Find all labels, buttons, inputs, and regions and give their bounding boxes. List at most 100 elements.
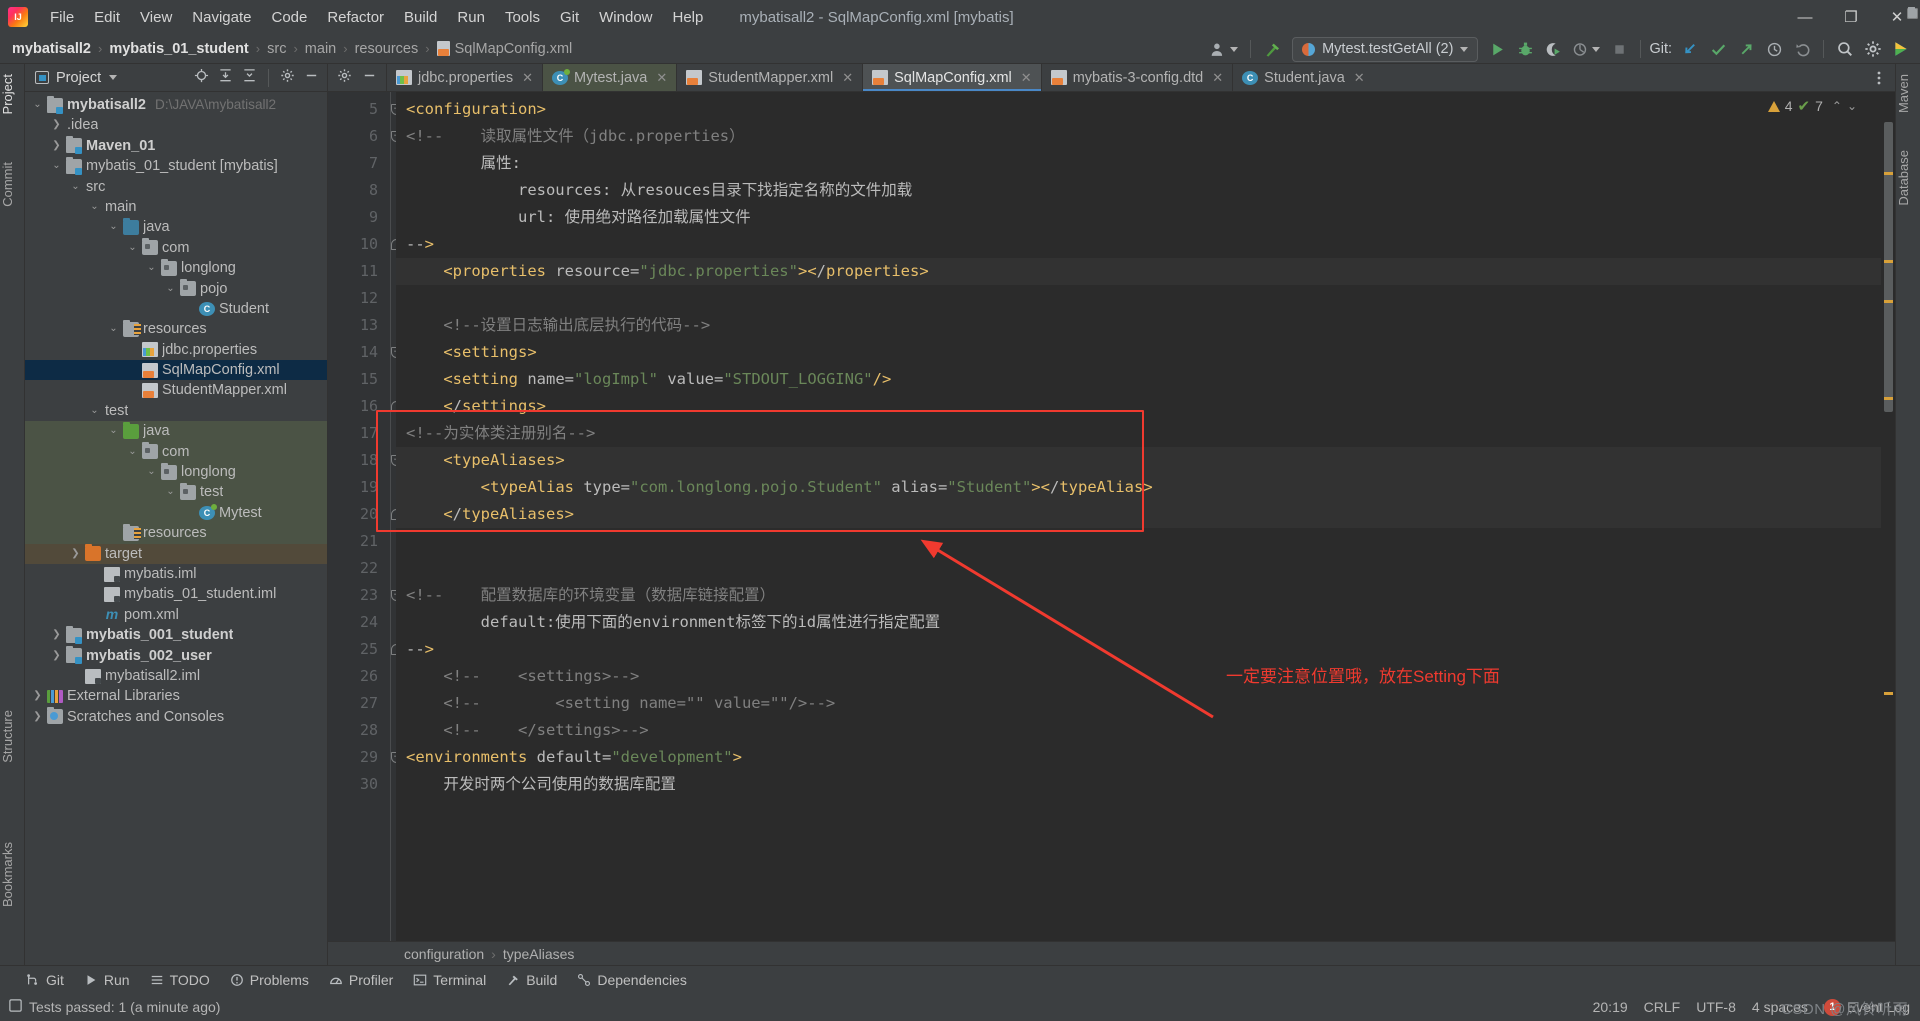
code-line[interactable]: </typeAliases> xyxy=(396,501,1881,528)
gutter-line[interactable]: 29− xyxy=(328,744,402,771)
tree-node[interactable]: jdbc.properties xyxy=(25,340,327,360)
gutter-line[interactable]: 25 xyxy=(328,636,402,663)
code-line[interactable]: 开发时两个公司使用的数据库配置 xyxy=(396,771,1881,798)
gutter-line[interactable]: 12 xyxy=(328,285,396,312)
tree-node[interactable]: StudentMapper.xml xyxy=(25,380,327,400)
tree-node[interactable]: ⌄ pojo xyxy=(25,279,327,299)
tree-node[interactable]: C Mytest xyxy=(25,502,327,524)
gutter-line[interactable]: 15 xyxy=(328,366,396,393)
editor-gutter[interactable]: 5−6−7891011121314−15161718−1920212223−24… xyxy=(328,92,418,941)
gutter-line[interactable]: 28 xyxy=(328,717,396,744)
chevron-down-icon[interactable]: ⌄ xyxy=(107,217,120,237)
chevron-down-icon[interactable]: ⌄ xyxy=(145,258,158,278)
ide-extras-icon[interactable] xyxy=(1888,37,1914,61)
code-line[interactable]: <properties resource="jdbc.properties"><… xyxy=(396,258,1881,285)
menu-navigate[interactable]: Navigate xyxy=(182,5,261,30)
gutter-line[interactable]: 11 xyxy=(328,258,396,285)
chevron-right-icon[interactable]: ❯ xyxy=(50,136,63,156)
tree-node[interactable]: ⌄ main xyxy=(25,7,1918,217)
tree-node[interactable]: ⌄ mybatis_01_student [mybatis] xyxy=(25,156,327,176)
chevron-up-icon[interactable]: ⌃ xyxy=(1832,99,1842,113)
gutter-line[interactable]: 13 xyxy=(328,312,396,339)
git-rollback-icon[interactable] xyxy=(1789,37,1815,61)
settings-gear-icon[interactable] xyxy=(280,68,295,88)
tree-node[interactable]: ❯ mybatis_001_student xyxy=(25,625,327,645)
gutter-line[interactable]: 24 xyxy=(328,609,396,636)
menu-edit[interactable]: Edit xyxy=(84,5,130,30)
editor-marker-stripe[interactable] xyxy=(1881,92,1895,941)
code-line[interactable]: url: 使用绝对路径加载属性文件 xyxy=(396,204,1881,231)
gutter-line[interactable]: 22 xyxy=(328,555,396,582)
editor-tab-jdbc-properties[interactable]: jdbc.properties ✕ xyxy=(386,64,542,91)
profile-button[interactable] xyxy=(1568,37,1604,61)
tree-node[interactable]: ⌄ longlong xyxy=(25,258,327,278)
marker-warning[interactable] xyxy=(1884,397,1893,400)
settings-gear-icon[interactable] xyxy=(337,68,352,88)
menu-run[interactable]: Run xyxy=(447,5,495,30)
code-line[interactable]: <settings> xyxy=(396,339,1881,366)
tool-window-profiler[interactable]: Profiler xyxy=(329,972,393,988)
chevron-down-icon[interactable]: ⌄ xyxy=(50,156,63,176)
tree-node[interactable]: SqlMapConfig.xml xyxy=(25,360,327,381)
chevron-down-icon[interactable]: ⌄ xyxy=(164,482,177,502)
gutter-line[interactable]: 23− xyxy=(328,582,402,609)
gutter-line[interactable]: 30 xyxy=(328,771,396,798)
breadcrumb-project[interactable]: mybatisall2 xyxy=(12,41,91,57)
git-commit-icon[interactable] xyxy=(1705,37,1731,61)
code-line[interactable]: <!-- </settings>--> xyxy=(396,717,1881,744)
gutter-line[interactable]: 16 xyxy=(328,393,402,420)
gutter-line[interactable]: 27 xyxy=(328,690,396,717)
code-line[interactable]: <!-- 配置数据库的环境变量（数据库链接配置） xyxy=(396,582,1881,609)
code-line[interactable]: <!-- 读取属性文件（jdbc.properties） xyxy=(396,123,1881,150)
code-line[interactable]: 属性: xyxy=(396,150,1881,177)
status-line-separator[interactable]: CRLF xyxy=(1644,999,1681,1015)
breadcrumb-resources[interactable]: resources xyxy=(355,41,419,57)
tree-node[interactable]: ❯ target xyxy=(25,543,327,564)
tool-window-maven[interactable]: Maven xyxy=(1896,68,1920,119)
git-push-icon[interactable] xyxy=(1733,37,1759,61)
gutter-line[interactable]: 6− xyxy=(328,123,402,150)
project-tree[interactable]: ⌄ mybatisall2 D:\JAVA\mybatisall2 ❯ .idea ❯ Ma… xyxy=(25,7,1918,965)
chevron-down-icon[interactable]: ⌄ xyxy=(69,177,82,197)
run-with-coverage-button[interactable] xyxy=(1540,37,1566,61)
editor-tab-mytest-java[interactable]: C Mytest.java ✕ xyxy=(542,64,677,91)
tree-node[interactable]: ⌄ com xyxy=(25,441,327,463)
select-opened-file-icon[interactable] xyxy=(194,68,209,88)
code-line[interactable]: <!-- <settings>--> xyxy=(396,663,1881,690)
run-configuration-selector[interactable]: Mytest.testGetAll (2) xyxy=(1292,36,1479,62)
stop-button[interactable] xyxy=(1606,37,1632,61)
gutter-line[interactable]: 8 xyxy=(328,177,396,204)
code-content[interactable]: <configuration> <!-- 读取属性文件（jdbc.properti… xyxy=(396,92,1881,941)
editor-scrollbar-thumb[interactable] xyxy=(1884,122,1893,412)
tool-window-dependencies[interactable]: Dependencies xyxy=(577,972,687,988)
tree-node[interactable]: ⌄ src xyxy=(25,7,1918,197)
tree-node[interactable]: m pom.xml xyxy=(25,605,327,625)
gutter-line[interactable]: 10 xyxy=(328,231,402,258)
gutter-line[interactable]: 18− xyxy=(328,447,402,474)
maximize-button[interactable]: ❐ xyxy=(1828,0,1874,34)
tree-node[interactable]: resources xyxy=(25,523,327,544)
tree-node[interactable]: ❯ Scratches and Consoles xyxy=(25,707,327,727)
gutter-line[interactable]: 26 xyxy=(328,663,396,690)
tree-node[interactable]: ❯ External Libraries xyxy=(25,686,327,706)
code-line[interactable]: <setting name="logImpl" value="STDOUT_LO… xyxy=(396,366,1881,393)
gutter-line[interactable]: 19 xyxy=(328,474,396,501)
search-icon[interactable] xyxy=(1832,37,1858,61)
git-update-project-icon[interactable] xyxy=(1677,37,1703,61)
chevron-right-icon[interactable]: ❯ xyxy=(50,646,63,666)
code-line[interactable]: --> xyxy=(396,231,1881,258)
code-line[interactable]: resources: 从resouces目录下找指定名称的文件加载 xyxy=(396,177,1881,204)
tool-window-build[interactable]: Build xyxy=(506,972,557,988)
collapse-all-icon[interactable] xyxy=(242,68,257,88)
chevron-right-icon[interactable]: ❯ xyxy=(31,686,44,706)
minimize-button[interactable]: — xyxy=(1782,0,1828,34)
breadcrumb-src[interactable]: src xyxy=(267,41,286,57)
code-line[interactable]: <typeAliases> xyxy=(396,447,1881,474)
chevron-down-icon[interactable]: ⌄ xyxy=(107,319,120,339)
chevron-down-icon[interactable]: ⌄ xyxy=(164,279,177,299)
tree-node[interactable]: ⌄ test xyxy=(25,7,1918,421)
menu-code[interactable]: Code xyxy=(261,5,317,30)
tool-window-structure[interactable]: Structure xyxy=(0,704,25,769)
breadcrumb-main[interactable]: main xyxy=(305,41,336,57)
tool-window-run[interactable]: Run xyxy=(84,972,130,988)
